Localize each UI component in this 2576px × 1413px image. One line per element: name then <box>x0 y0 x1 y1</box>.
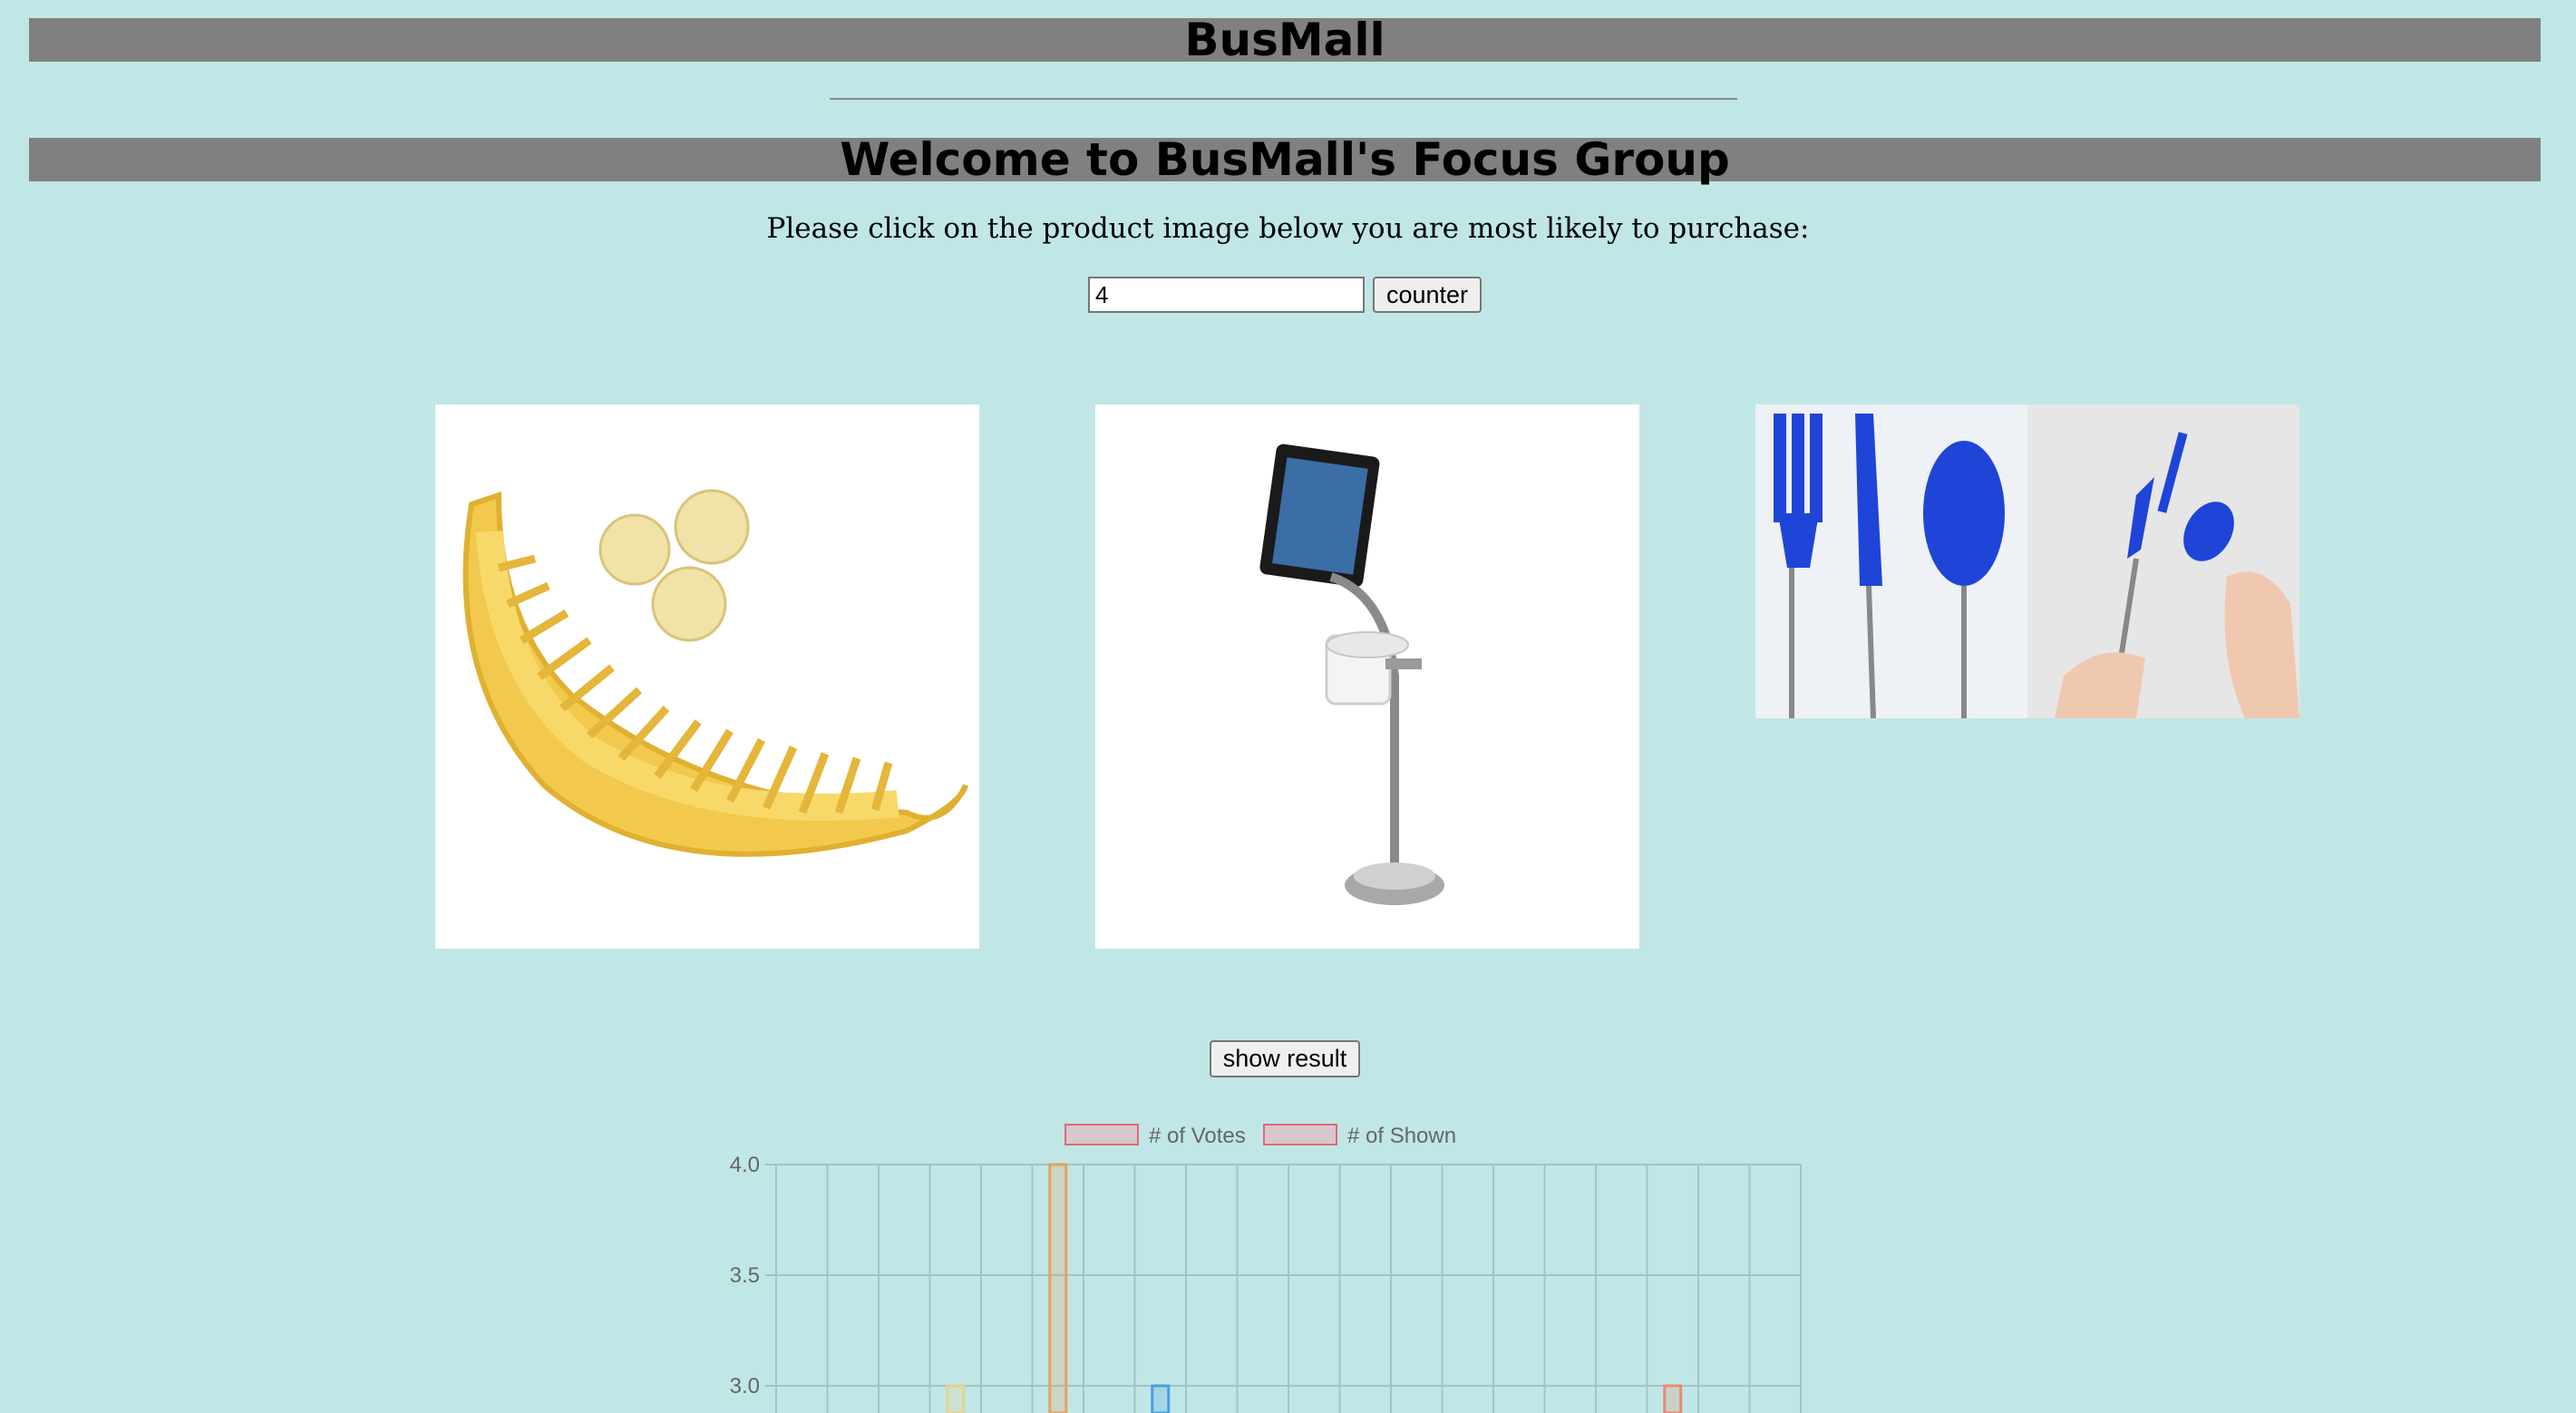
y-tick-label: 4.0 <box>730 1153 760 1177</box>
legend-swatch[interactable] <box>1263 1124 1337 1145</box>
legend-swatch[interactable] <box>1064 1124 1139 1145</box>
chart-bar[interactable] <box>946 1384 966 1413</box>
chart-bars <box>946 1163 1683 1413</box>
y-tick-label: 3.5 <box>730 1263 760 1288</box>
y-tick-label: 3.0 <box>730 1374 760 1398</box>
chart-y-ticks: 4.0 3.5 3.0 <box>730 1153 760 1398</box>
chart-bar[interactable] <box>1151 1384 1171 1413</box>
legend-label[interactable]: # of Shown <box>1347 1124 1456 1148</box>
chart-grid <box>765 1164 1802 1413</box>
chart-bar[interactable] <box>1048 1163 1068 1413</box>
results-chart: # of Votes # of Shown 4.0 3.5 3.0 <box>730 1124 1802 1413</box>
legend-label[interactable]: # of Votes <box>1149 1124 1246 1148</box>
chart-bar[interactable] <box>1663 1384 1683 1413</box>
chart-legend: # of Votes # of Shown <box>1064 1124 1456 1148</box>
